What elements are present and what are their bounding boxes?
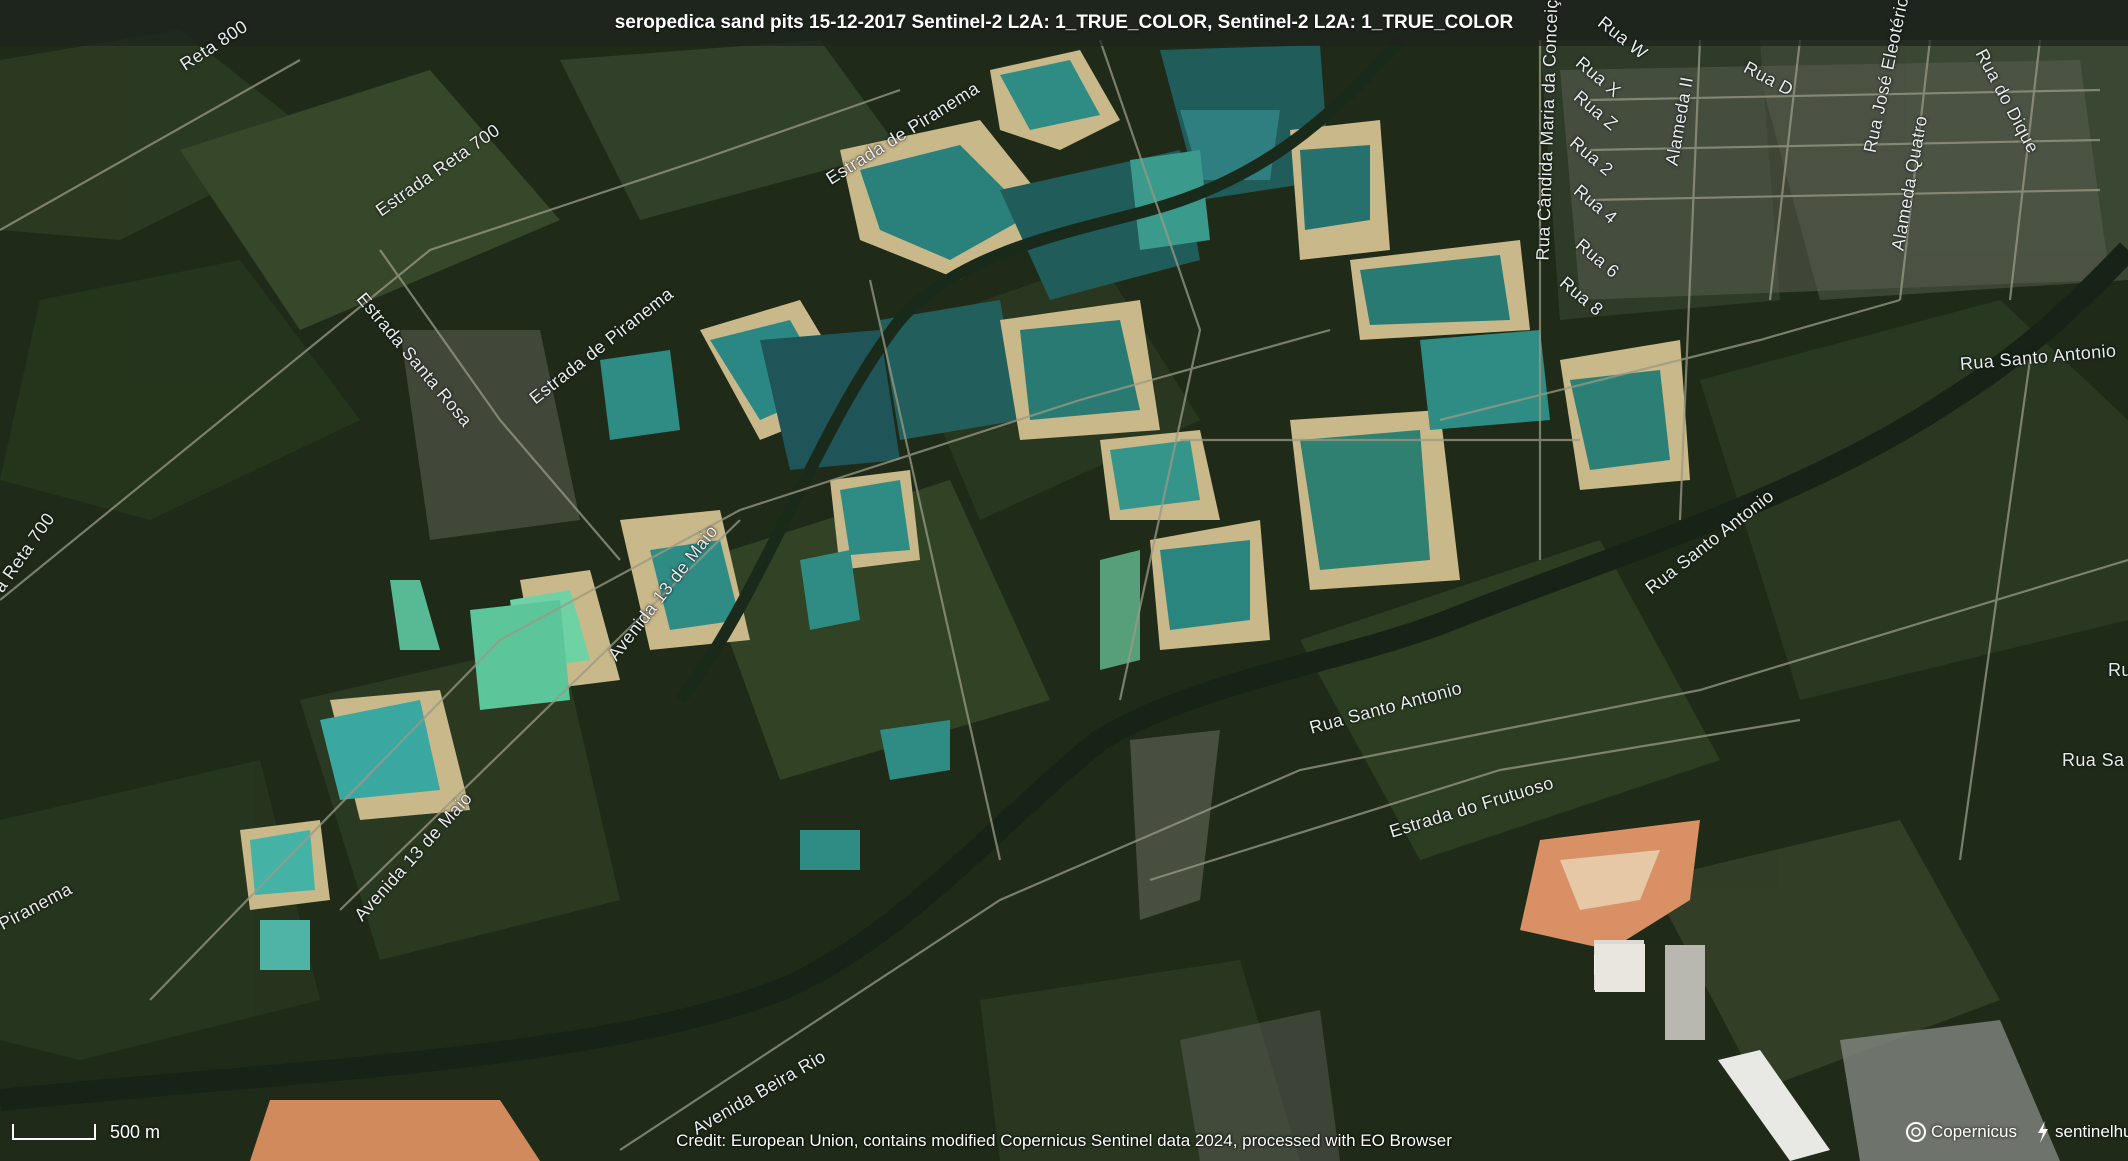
logos: Copernicus sentinelhub: [1905, 1120, 2128, 1144]
sentinelhub-text: sentinelhub: [2055, 1122, 2128, 1141]
label-rua-sa: Rua Sa: [2062, 750, 2125, 770]
copernicus-text: Copernicus: [1931, 1122, 2017, 1141]
satellite-map[interactable]: [0, 0, 2128, 1161]
attribution-credit: Credit: European Union, contains modifie…: [676, 1131, 1452, 1150]
copernicus-logo: Copernicus: [1905, 1121, 2017, 1143]
copernicus-icon: [1906, 1122, 1926, 1142]
map-title: seropedica sand pits 15-12-2017 Sentinel…: [0, 0, 2128, 46]
sentinelhub-icon: [2038, 1121, 2048, 1143]
label-ru: Ru: [2108, 660, 2128, 680]
sentinelhub-logo: sentinelhub: [2035, 1120, 2128, 1144]
